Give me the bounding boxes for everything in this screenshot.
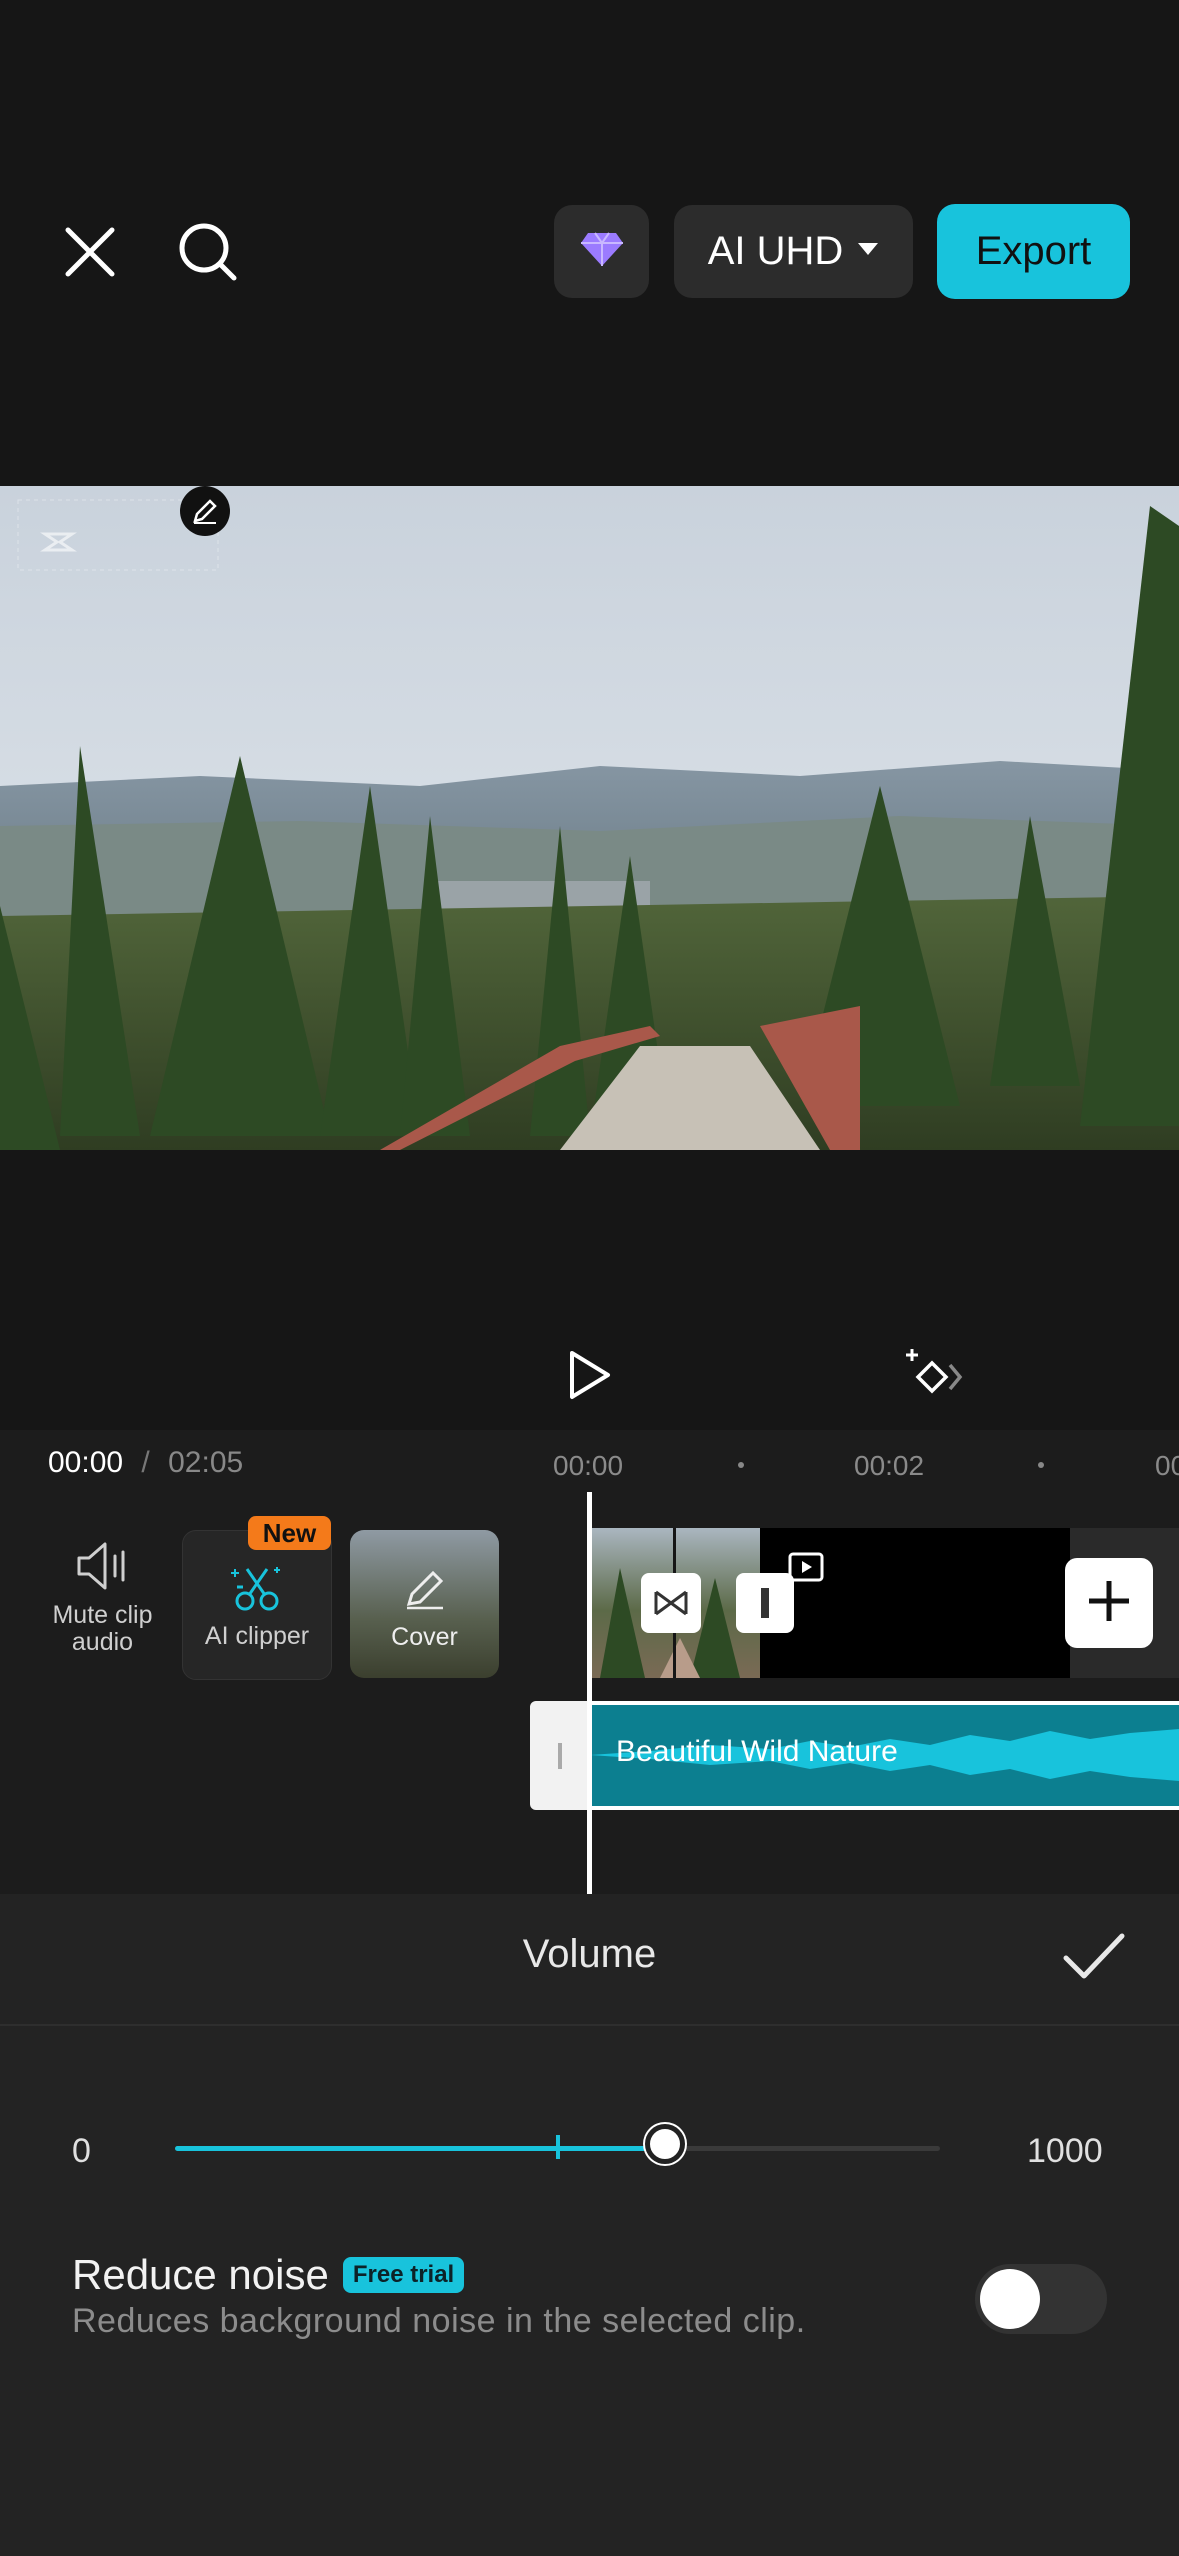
plus-icon: [1085, 1577, 1133, 1630]
toggle-knob: [980, 2269, 1040, 2329]
video-clip-black[interactable]: [760, 1528, 1070, 1678]
default-level-marker: [555, 2135, 560, 2159]
transition-icon[interactable]: [641, 1573, 701, 1633]
reduce-noise-header: Reduce noise Free trial: [72, 2251, 465, 2299]
top-bar: AI UHD Export: [0, 0, 1179, 485]
slider-knob[interactable]: [644, 2124, 685, 2164]
playback-controls: [0, 1150, 1179, 1430]
total-time: 02:05: [168, 1446, 244, 1479]
export-button[interactable]: Export: [937, 204, 1130, 299]
trim-handle-icon[interactable]: [736, 1573, 794, 1633]
panel-title: Volume: [522, 1932, 657, 1976]
caret-down-icon: [857, 242, 879, 261]
pencil-icon[interactable]: [180, 486, 230, 536]
slider-max-label: 1000: [1027, 2132, 1103, 2170]
video-badge-icon: [788, 1552, 824, 1584]
audio-clip[interactable]: Beautiful Wild Nature: [590, 1701, 1179, 1810]
audio-clip-name: Beautiful Wild Nature: [616, 1735, 898, 1768]
volume-slider[interactable]: [175, 2124, 940, 2164]
ai-clipper-icon: [183, 1561, 331, 1613]
volume-panel: Volume 0 1000 Reduce noise Free trial Re…: [0, 1894, 1179, 2556]
mute-label-line1: Mute clip: [52, 1601, 153, 1629]
video-preview[interactable]: [0, 486, 1179, 1150]
ruler-tick: [738, 1462, 744, 1468]
add-clip-button[interactable]: [1065, 1558, 1153, 1648]
slider-min-label: 0: [72, 2132, 91, 2170]
audio-trim-handle[interactable]: [530, 1701, 590, 1810]
search-icon[interactable]: [168, 212, 248, 292]
ruler-label: 00:00: [553, 1450, 624, 1481]
play-icon[interactable]: [555, 1340, 625, 1410]
video-frame-image: [0, 486, 1179, 1150]
free-trial-badge: Free trial: [342, 2257, 465, 2293]
ruler-label: 00:02: [854, 1450, 925, 1481]
close-icon[interactable]: [50, 212, 130, 292]
premium-button[interactable]: [554, 205, 649, 298]
ruler-label: 00: [1155, 1450, 1179, 1481]
reduce-noise-description: Reduces background noise in the selected…: [72, 2302, 806, 2340]
time-separator: /: [141, 1446, 150, 1479]
pencil-icon: [350, 1568, 499, 1612]
divider: [0, 2024, 1179, 2026]
speaker-icon: [40, 1540, 165, 1592]
resolution-dropdown[interactable]: AI UHD: [674, 205, 913, 298]
ruler-tick: [1038, 1462, 1044, 1468]
mute-label-line2: audio: [71, 1628, 134, 1656]
cover-label: Cover: [391, 1623, 458, 1651]
ai-clipper-label: AI clipper: [204, 1622, 310, 1650]
time-readout: 00:00 / 02:05: [48, 1446, 243, 1480]
cover-button[interactable]: Cover: [350, 1530, 499, 1678]
slider-fill: [175, 2146, 665, 2151]
reduce-noise-toggle[interactable]: [975, 2264, 1107, 2334]
reduce-noise-title: Reduce noise: [72, 2251, 329, 2298]
playhead[interactable]: [587, 1492, 592, 1894]
resolution-label: AI UHD: [707, 229, 844, 273]
ai-clipper-button[interactable]: AI clipper: [182, 1530, 332, 1680]
diamond-icon: [580, 231, 624, 272]
mute-clip-audio-button[interactable]: Mute clip audio: [40, 1540, 165, 1690]
checkmark-icon[interactable]: [1062, 1930, 1126, 1986]
new-badge: New: [248, 1516, 331, 1550]
current-time: 00:00: [48, 1446, 124, 1479]
timeline: 00:00 / 02:05 00:00 00:02 00 Mute clip a…: [0, 1430, 1179, 1894]
keyframe-icon[interactable]: [895, 1340, 975, 1410]
